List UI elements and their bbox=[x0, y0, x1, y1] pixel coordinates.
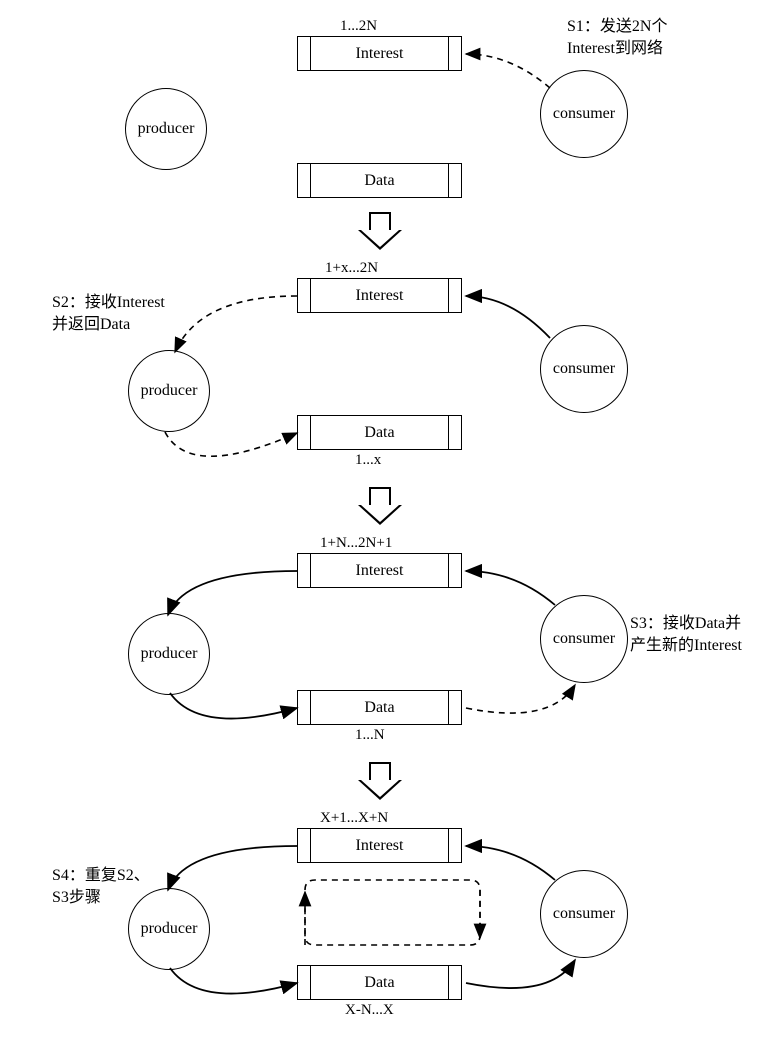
consumer-node: consumer bbox=[540, 70, 628, 158]
stage2-note: S2：接收Interest 并返回Data bbox=[52, 292, 165, 337]
transition-arrow-3 bbox=[10, 760, 762, 810]
stage3-note: S3：接收Data并 产生新的Interest bbox=[630, 613, 742, 658]
consumer-node: consumer bbox=[540, 595, 628, 683]
producer-label: producer bbox=[141, 382, 198, 400]
data-packet: Data bbox=[297, 965, 462, 1000]
interest-packet: Interest bbox=[297, 36, 462, 71]
data-label: Data bbox=[364, 424, 394, 442]
consumer-node: consumer bbox=[540, 325, 628, 413]
stage-1: producer 1...2N Interest consumer S1：发送2… bbox=[10, 10, 762, 210]
interest-label: Interest bbox=[356, 45, 404, 63]
consumer-node: consumer bbox=[540, 870, 628, 958]
interest-range-label: 1+x...2N bbox=[325, 260, 378, 277]
data-packet: Data bbox=[297, 415, 462, 450]
stage-4: X+1...X+N Interest S4：重复S2、 S3步骤 produce… bbox=[10, 810, 762, 1035]
transition-arrow-2 bbox=[10, 485, 762, 535]
interest-label: Interest bbox=[356, 562, 404, 580]
interest-packet: Interest bbox=[297, 553, 462, 588]
producer-node: producer bbox=[125, 88, 207, 170]
interest-label: Interest bbox=[356, 287, 404, 305]
data-label: Data bbox=[364, 699, 394, 717]
producer-node: producer bbox=[128, 888, 210, 970]
interest-range-label: X+1...X+N bbox=[320, 810, 388, 827]
producer-label: producer bbox=[141, 645, 198, 663]
consumer-label: consumer bbox=[553, 105, 615, 123]
interest-range-label: 1+N...2N+1 bbox=[320, 535, 392, 552]
interest-packet: Interest bbox=[297, 278, 462, 313]
consumer-label: consumer bbox=[553, 905, 615, 923]
stage-3: 1+N...2N+1 Interest producer consumer S3… bbox=[10, 535, 762, 760]
data-range-label: X-N...X bbox=[345, 1002, 394, 1019]
stage-2: 1+x...2N Interest S2：接收Interest 并返回Data … bbox=[10, 260, 762, 485]
stage4-note: S4：重复S2、 S3步骤 bbox=[52, 865, 150, 910]
consumer-label: consumer bbox=[553, 630, 615, 648]
producer-label: producer bbox=[138, 120, 195, 138]
data-range-label: 1...N bbox=[355, 727, 385, 744]
producer-node: producer bbox=[128, 350, 210, 432]
transition-arrow-1 bbox=[10, 210, 762, 260]
consumer-label: consumer bbox=[553, 360, 615, 378]
interest-range-label: 1...2N bbox=[340, 18, 377, 35]
interest-label: Interest bbox=[356, 837, 404, 855]
producer-node: producer bbox=[128, 613, 210, 695]
interest-packet: Interest bbox=[297, 828, 462, 863]
data-range-label: 1...x bbox=[355, 452, 381, 469]
producer-label: producer bbox=[141, 920, 198, 938]
data-label: Data bbox=[364, 974, 394, 992]
stage1-note: S1：发送2N个 Interest到网络 bbox=[567, 16, 667, 61]
data-label: Data bbox=[364, 172, 394, 190]
data-packet: Data bbox=[297, 690, 462, 725]
data-packet: Data bbox=[297, 163, 462, 198]
